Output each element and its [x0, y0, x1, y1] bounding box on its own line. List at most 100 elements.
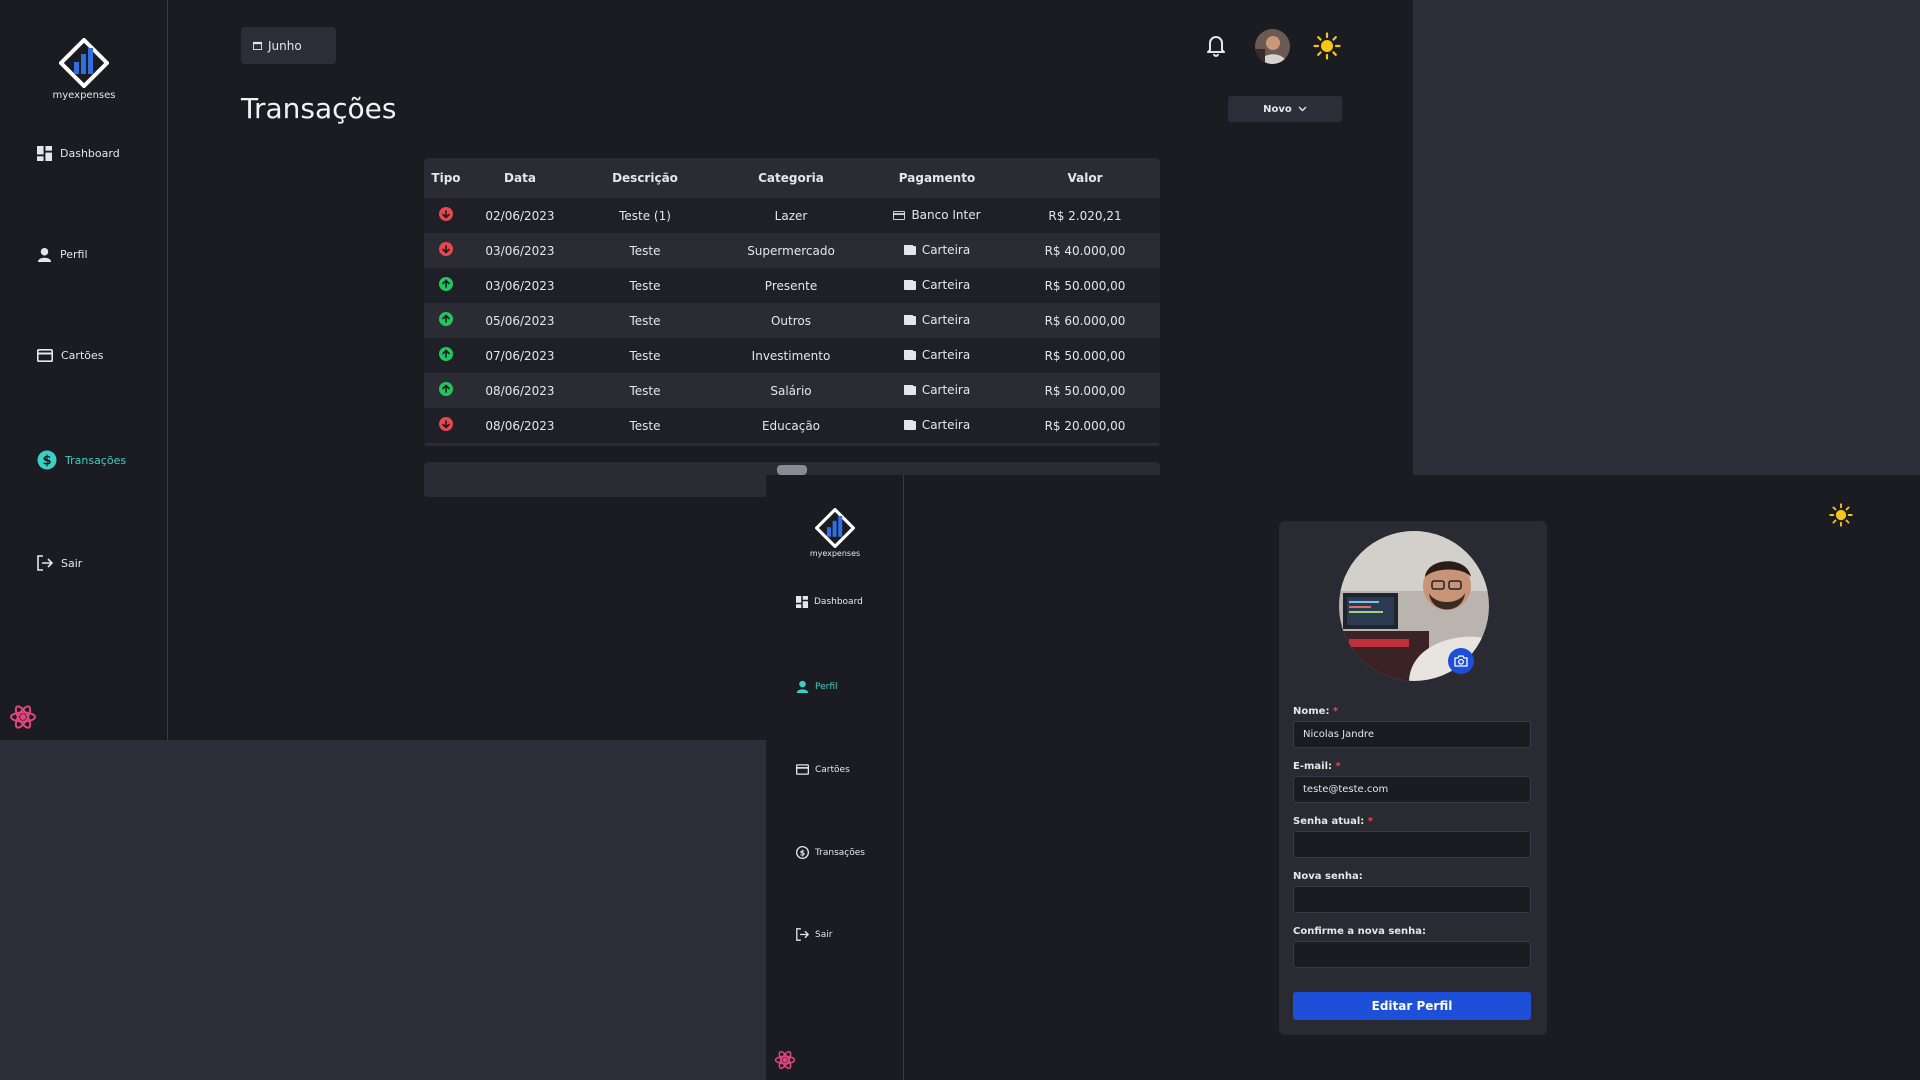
column-header-tipo[interactable]: Tipo	[424, 158, 468, 198]
cell-description: Teste	[629, 278, 661, 293]
logo-text: myexpenses	[52, 90, 116, 101]
cell-payment: Carteira	[864, 268, 1010, 303]
wallet-icon	[903, 280, 916, 290]
cell-category: Educação	[761, 418, 821, 433]
sun-icon	[1313, 32, 1341, 60]
column-header-descricao[interactable]: Descrição	[572, 158, 718, 198]
page-title: Transações	[241, 92, 397, 125]
dashboard-icon	[796, 596, 808, 608]
sidebar-item-dashboard[interactable]: Dashboard	[796, 596, 863, 608]
cell-payment: Carteira	[864, 338, 1010, 373]
logo-icon	[815, 508, 855, 548]
payment-method: Carteira	[903, 383, 971, 397]
logo[interactable]: myexpenses	[800, 508, 870, 558]
current-password-label: Senha atual: *	[1293, 816, 1531, 827]
payment-label: Carteira	[921, 348, 971, 362]
new-transaction-button[interactable]: Novo	[1228, 96, 1342, 122]
payment-method: Carteira	[903, 278, 970, 292]
sidebar-item-label: Sair	[815, 929, 833, 940]
dollar-icon: $	[37, 450, 57, 470]
sidebar-item-cartoes[interactable]: Cartões	[37, 349, 104, 362]
wallet-icon	[903, 350, 916, 360]
cell-value: R$ 50.000,00	[1044, 348, 1126, 363]
cell-date: 08/06/2023	[485, 383, 555, 398]
cell-payment: Carteira	[864, 303, 1010, 338]
bell-icon	[1207, 36, 1225, 57]
sidebar-item-label: Cartões	[815, 764, 850, 775]
react-devtools-icon[interactable]	[9, 703, 37, 731]
sidebar-item-cartoes[interactable]: Cartões	[796, 764, 850, 775]
sidebar: myexpenses Dashboard Perfil Cartões $ Tr…	[0, 0, 168, 740]
cell-type	[424, 373, 468, 408]
avatar-photo	[1255, 29, 1290, 64]
expense-arrow-icon	[439, 242, 453, 256]
table-row[interactable]: 08/06/2023 Teste Salário Carteira R$ 50.000,…	[424, 373, 1160, 408]
sidebar-item-transacoes[interactable]: $ Transações	[37, 450, 126, 470]
column-header-categoria[interactable]: Categoria	[718, 158, 864, 198]
email-input[interactable]	[1293, 776, 1531, 803]
payment-label: Carteira	[921, 383, 971, 397]
dashboard-icon	[37, 146, 52, 161]
column-header-pagamento[interactable]: Pagamento	[864, 158, 1010, 198]
svg-text:$: $	[42, 454, 51, 469]
edit-profile-button[interactable]: Editar Perfil	[1293, 992, 1531, 1020]
name-label: Nome: *	[1293, 706, 1531, 717]
cell-description: Teste	[629, 243, 661, 258]
sidebar-item-dashboard[interactable]: Dashboard	[37, 146, 120, 161]
name-input[interactable]	[1293, 721, 1531, 748]
cell-date: 05/06/2023	[485, 313, 555, 328]
confirm-password-input[interactable]	[1293, 941, 1531, 968]
react-devtools-icon[interactable]	[774, 1049, 796, 1071]
table-row[interactable]: 03/06/2023 Teste Presente Carteira R$ 50.000…	[424, 268, 1160, 303]
column-header-valor[interactable]: Valor	[1010, 158, 1160, 198]
table-row[interactable]: 07/06/2023 Teste Investimento Carteira R$ 50…	[424, 338, 1160, 373]
change-photo-button[interactable]	[1448, 648, 1474, 674]
table-row[interactable]: 03/06/2023 Teste Supermercado Carteira R$ 40…	[424, 233, 1160, 268]
logo[interactable]: myexpenses	[50, 38, 118, 101]
theme-toggle-button[interactable]	[1313, 32, 1341, 64]
cell-value: R$ 60.000,00	[1044, 313, 1126, 328]
cell-description: Teste (1)	[619, 208, 671, 223]
sidebar-item-perfil[interactable]: Perfil	[37, 247, 88, 262]
user-icon	[796, 680, 809, 693]
table-row[interactable]: 05/06/2023 Teste Outros Carteira R$ 60.000,0…	[424, 303, 1160, 338]
cell-value: R$ 50.000,00	[1044, 383, 1126, 398]
cell-type	[424, 338, 468, 373]
sidebar-item-transacoes[interactable]: $ Transações	[796, 846, 865, 859]
cell-category: Salário	[770, 383, 812, 398]
column-header-data[interactable]: Data	[468, 158, 572, 198]
current-password-input[interactable]	[1293, 831, 1531, 858]
cell-date: 08/06/2023	[485, 418, 555, 433]
month-selector-button[interactable]: Junho	[241, 27, 336, 64]
cell-value: R$ 50.000,00	[1044, 278, 1126, 293]
payment-label: Carteira	[921, 418, 971, 432]
income-arrow-icon	[439, 382, 453, 396]
avatar[interactable]	[1255, 29, 1290, 64]
cell-type	[424, 268, 468, 303]
table-row[interactable]: 02/06/2023 Teste (1) Lazer Banco Inter R$ 2.…	[424, 198, 1160, 233]
sidebar-item-sair[interactable]: Sair	[796, 928, 832, 941]
sidebar-item-perfil[interactable]: Perfil	[796, 680, 838, 693]
cell-description: Teste	[629, 348, 661, 363]
cell-payment: Banco Inter	[864, 198, 1010, 233]
expense-arrow-icon	[439, 207, 453, 221]
new-password-field: Nova senha:	[1293, 871, 1531, 913]
cell-date: 07/06/2023	[485, 348, 555, 363]
credit-card-icon	[893, 210, 906, 220]
page-indicator[interactable]	[777, 465, 807, 475]
cell-description: Teste	[629, 313, 661, 328]
notifications-button[interactable]	[1204, 33, 1228, 61]
sidebar-item-sair[interactable]: Sair	[37, 555, 82, 571]
new-button-label: Novo	[1263, 103, 1292, 115]
wallet-icon	[903, 420, 916, 430]
profile-card: Nome: * E-mail: * Senha atual: * Nova se…	[1279, 521, 1547, 1035]
table-row[interactable]: 08/06/2023 Teste Educação Carteira R$ 20.000…	[424, 408, 1160, 443]
confirm-password-field: Confirme a nova senha:	[1293, 926, 1531, 968]
theme-toggle-button[interactable]	[1829, 503, 1853, 531]
new-password-label: Nova senha:	[1293, 871, 1363, 882]
credit-card-icon	[37, 349, 53, 362]
cell-value: R$ 40.000,00	[1044, 243, 1126, 258]
payment-label: Carteira	[921, 243, 971, 257]
camera-icon	[1454, 655, 1468, 667]
new-password-input[interactable]	[1293, 886, 1531, 913]
